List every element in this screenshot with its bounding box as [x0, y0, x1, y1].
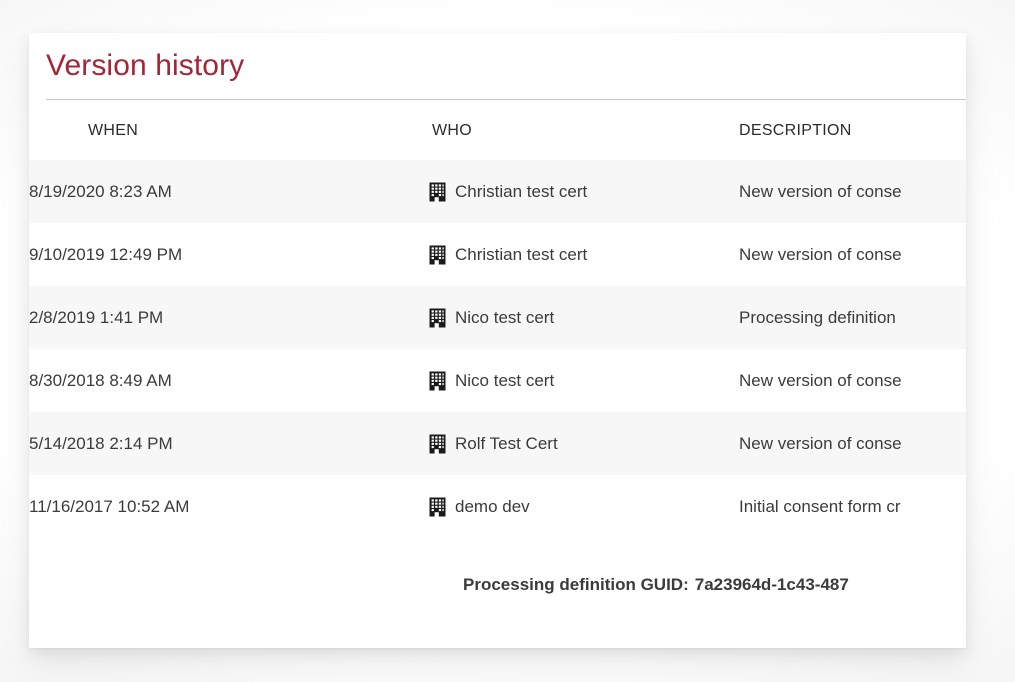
- version-history-card: Version history WHEN WHO DESCRIPTION 8/1…: [29, 33, 966, 648]
- column-header-when[interactable]: WHEN: [29, 100, 429, 160]
- cell-who: Nico test cert: [429, 349, 739, 412]
- table-header-row: WHEN WHO DESCRIPTION: [29, 100, 966, 160]
- cell-who: demo dev: [429, 475, 739, 538]
- cell-who: Nico test cert: [429, 286, 739, 349]
- card-header: Version history: [29, 33, 966, 99]
- building-icon: [429, 497, 446, 516]
- cell-when: 2/8/2019 1:41 PM: [29, 307, 164, 327]
- table-row[interactable]: 8/19/2020 8:23 AM Christian test cert Ne…: [29, 160, 966, 223]
- table-row[interactable]: 11/16/2017 10:52 AM demo dev Initial con…: [29, 475, 966, 538]
- cell-when: 9/10/2019 12:49 PM: [29, 244, 183, 264]
- cell-description: New version of conse: [739, 181, 902, 201]
- cell-who: Christian test cert: [429, 223, 739, 286]
- processing-definition-guid: Processing definition GUID: 7a23964d-1c43…: [29, 538, 966, 595]
- guid-value: 7a23964d-1c43-487: [694, 575, 849, 594]
- cell-description: Processing definition: [739, 307, 896, 327]
- who-name: Nico test cert: [455, 307, 555, 327]
- building-icon: [429, 245, 446, 264]
- cell-when: 11/16/2017 10:52 AM: [29, 496, 190, 516]
- who-name: Nico test cert: [455, 370, 555, 390]
- table-row[interactable]: 5/14/2018 2:14 PM Rolf Test Cert New ver…: [29, 412, 966, 475]
- cell-when: 8/30/2018 8:49 AM: [29, 370, 172, 390]
- who-name: Christian test cert: [455, 244, 588, 264]
- table-row[interactable]: 2/8/2019 1:41 PM Nico test cert Processi…: [29, 286, 966, 349]
- column-header-who[interactable]: WHO: [429, 100, 739, 160]
- building-icon: [429, 434, 446, 453]
- building-icon: [429, 182, 446, 201]
- table-body: 8/19/2020 8:23 AM Christian test cert Ne…: [29, 160, 966, 538]
- column-header-description[interactable]: DESCRIPTION: [739, 100, 966, 160]
- who-name: demo dev: [455, 496, 530, 516]
- cell-description: Initial consent form cr: [739, 496, 901, 516]
- page-title: Version history: [46, 49, 245, 82]
- cell-description: New version of conse: [739, 370, 902, 390]
- who-name: Christian test cert: [455, 181, 588, 201]
- cell-description: New version of conse: [739, 433, 902, 453]
- cell-when: 5/14/2018 2:14 PM: [29, 433, 173, 453]
- version-history-table: WHEN WHO DESCRIPTION 8/19/2020 8:23 AM C…: [29, 100, 966, 538]
- guid-label: Processing definition GUID:: [463, 575, 689, 594]
- cell-who: Rolf Test Cert: [429, 412, 739, 475]
- building-icon: [429, 371, 446, 390]
- table-header: WHEN WHO DESCRIPTION: [29, 100, 966, 160]
- cell-description: New version of conse: [739, 244, 902, 264]
- version-history-card-wrapper: Version history WHEN WHO DESCRIPTION 8/1…: [29, 33, 966, 648]
- table-row[interactable]: 9/10/2019 12:49 PM Christian test cert N…: [29, 223, 966, 286]
- cell-when: 8/19/2020 8:23 AM: [29, 181, 172, 201]
- table-row[interactable]: 8/30/2018 8:49 AM Nico test cert New ver…: [29, 349, 966, 412]
- who-name: Rolf Test Cert: [455, 433, 558, 453]
- building-icon: [429, 308, 446, 327]
- cell-who: Christian test cert: [429, 160, 739, 223]
